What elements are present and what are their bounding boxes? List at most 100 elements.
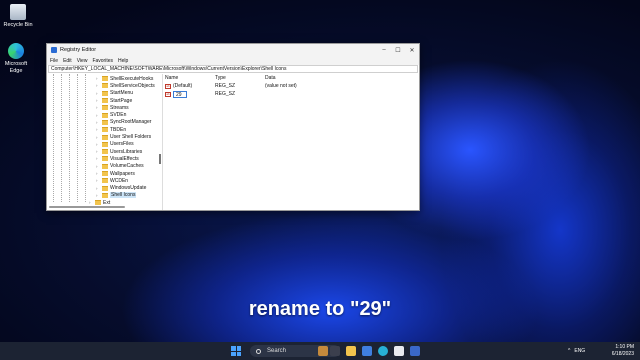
registry-tree-pane[interactable]: › ShellExecuteHooks › ShellServiceObjects › S… [47,74,163,210]
recycle-bin-desktop-icon[interactable]: Recycle Bin [1,4,35,29]
folder-icon [102,178,108,184]
folder-icon [102,105,108,111]
folder-icon [102,185,108,191]
tree-item-label: UsersLibraries [110,148,143,155]
widgets-icon[interactable] [318,346,328,356]
tree-item-label: Streams [110,104,129,111]
value-type: REG_SZ [215,83,236,89]
value-name: (Default) [173,83,193,89]
string-value-icon: ab [165,83,171,89]
value-row[interactable]: ab (Default) REG_SZ (value not set) [165,82,297,90]
tree-item[interactable]: › UsersLibraries [96,148,142,155]
tree-item-label: StartMenu [110,90,134,97]
tree-item-label: UsersFiles [110,141,134,148]
menu-file[interactable]: File [50,58,58,64]
folder-icon [102,76,108,82]
tree-guide-line [85,74,86,202]
value-type: REG_SZ [215,91,236,97]
folder-icon [102,141,108,147]
tree-item-label: WCDEn [110,177,129,184]
folder-icon [102,149,108,155]
column-header-data[interactable]: Data [265,75,276,81]
taskbar: Search ^ ENG 1:10 PM 6/18/2023 [0,342,640,360]
file-explorer-icon[interactable] [346,346,356,356]
tree-item[interactable]: › Wallpapers [96,170,135,177]
tree-horizontal-scrollbar[interactable] [49,206,125,208]
tree-item[interactable]: › WCDEn [96,177,128,184]
window-title: Registry Editor [60,47,97,53]
tree-item-label: SVDEn [110,112,127,119]
menu-bar: File Edit View Favorites Help [47,56,419,65]
tree-item[interactable]: › Shell Icons [96,192,137,199]
registry-editor-taskbar-icon[interactable] [410,346,420,356]
tree-guide-line [53,74,54,202]
menu-favorites[interactable]: Favorites [92,58,113,64]
tree-item[interactable]: › WindowsUpdate [96,185,146,192]
tree-item-label: ShellServiceObjects [110,82,155,89]
tree-item-label: User Shell Folders [110,134,152,141]
address-bar[interactable]: Computer\HKEY_LOCAL_MACHINE\SOFTWARE\Mic… [48,65,418,73]
tree-item-label: Ext [103,199,111,206]
tree-vertical-scrollbar[interactable] [159,154,161,164]
store-icon[interactable] [394,346,404,356]
folder-icon [102,156,108,162]
folder-icon [102,134,108,140]
task-view-icon[interactable] [330,346,340,356]
folder-icon [102,192,108,198]
folder-icon [102,171,108,177]
tree-item[interactable]: › ShellExecuteHooks [96,75,153,82]
folder-icon [102,98,108,104]
registry-editor-app-icon [51,47,57,53]
search-label: Search [267,348,287,354]
tree-item[interactable]: › VisualEffects [96,155,139,162]
desktop-icon-label: Microsoft Edge [4,61,28,74]
tree-item-label: StartPage [110,97,133,104]
tree-item[interactable]: › Streams [96,104,129,111]
tree-item[interactable]: › SVDEn [96,112,126,119]
mail-icon[interactable] [362,346,372,356]
start-button[interactable] [231,346,241,356]
video-caption: rename to "29" [248,298,392,320]
menu-view[interactable]: View [77,58,88,64]
tree-item[interactable]: › SyncRootManager [96,119,151,126]
value-data: (value not set) [265,83,297,89]
folder-icon [102,83,108,89]
tree-item[interactable]: › VolumeCaches [96,163,144,170]
system-tray: ^ ENG [568,348,585,354]
folder-icon [102,112,108,118]
value-row[interactable]: ab 29 REG_SZ [165,90,265,98]
edge-desktop-icon[interactable]: Microsoft Edge [0,43,33,74]
values-pane[interactable]: Name Type Data ab (Default) REG_SZ (valu… [163,74,419,210]
mouse-pointer-icon [293,171,301,179]
tree-guide-line [61,74,62,202]
tray-overflow-chevron-icon[interactable]: ^ [568,348,570,354]
tree-item-label: ShellExecuteHooks [110,75,154,82]
folder-icon [102,90,108,96]
edge-taskbar-icon[interactable] [378,346,388,356]
clock[interactable]: 1:10 PM 6/18/2023 [612,344,634,357]
tree-item-label: VisualEffects [110,155,139,162]
folder-icon [102,163,108,169]
tree-item[interactable]: › StartPage [96,97,132,104]
column-header-name[interactable]: Name [165,75,215,81]
tree-guide-line [77,74,78,202]
tree-item[interactable]: › UsersFiles [96,141,134,148]
tree-item[interactable]: › TBDEn [96,126,126,133]
tree-guide-line [69,74,70,202]
column-header-type[interactable]: Type [215,75,265,81]
folder-icon [95,200,101,206]
tree-item[interactable]: › User Shell Folders [96,133,151,140]
tree-item[interactable]: › StartMenu [96,90,133,97]
search-icon [256,348,261,354]
title-bar[interactable]: Registry Editor – ☐ ✕ [47,44,419,56]
menu-help[interactable]: Help [118,58,128,64]
maximize-button[interactable]: ☐ [391,47,405,54]
close-button[interactable]: ✕ [405,47,419,54]
tree-item-label: Wallpapers [110,170,135,177]
language-indicator[interactable]: ENG [574,348,585,354]
minimize-button[interactable]: – [377,47,391,53]
menu-edit[interactable]: Edit [63,58,72,64]
values-header: Name Type Data [165,74,276,82]
rename-edit-box[interactable]: 29 [173,90,187,98]
tree-item[interactable]: › ShellServiceObjects [96,82,155,89]
